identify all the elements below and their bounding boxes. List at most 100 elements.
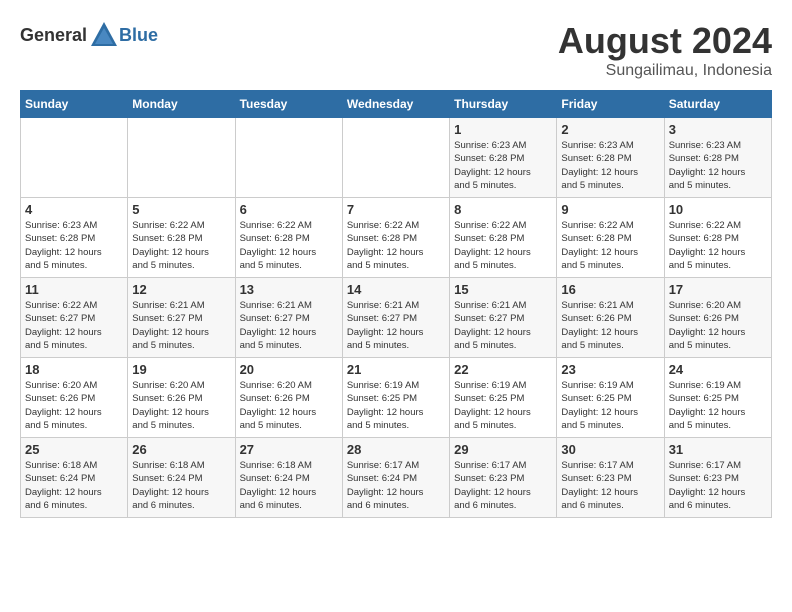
day-info: Sunrise: 6:22 AM Sunset: 6:28 PM Dayligh…	[347, 219, 445, 272]
calendar-cell: 26 Sunrise: 6:18 AM Sunset: 6:24 PM Dayli…	[128, 438, 235, 518]
day-number: 1	[454, 122, 552, 137]
calendar-cell: 16 Sunrise: 6:21 AM Sunset: 6:26 PM Dayli…	[557, 278, 664, 358]
calendar-cell: 30Sunrise: 6:17 AM Sunset: 6:23 PM Dayli…	[557, 438, 664, 518]
day-number: 31	[669, 442, 767, 457]
day-info: Sunrise: 6:19 AM Sunset: 6:25 PM Dayligh…	[454, 379, 552, 432]
calendar-cell: 12 Sunrise: 6:21 AM Sunset: 6:27 PM Dayli…	[128, 278, 235, 358]
day-info: Sunrise: 6:18 AM Sunset: 6:24 PM Dayligh…	[240, 459, 338, 512]
day-number: 19	[132, 362, 230, 377]
calendar-cell: 9Sunrise: 6:22 AM Sunset: 6:28 PM Daylig…	[557, 198, 664, 278]
day-info: Sunrise: 6:17 AM Sunset: 6:23 PM Dayligh…	[669, 459, 767, 512]
calendar-cell: 29 Sunrise: 6:17 AM Sunset: 6:23 PM Dayli…	[450, 438, 557, 518]
day-number: 28	[347, 442, 445, 457]
day-number: 27	[240, 442, 338, 457]
day-number: 26	[132, 442, 230, 457]
day-number: 6	[240, 202, 338, 217]
calendar-cell: 22 Sunrise: 6:19 AM Sunset: 6:25 PM Dayli…	[450, 358, 557, 438]
calendar-cell: 19 Sunrise: 6:20 AM Sunset: 6:26 PM Dayli…	[128, 358, 235, 438]
month-year-title: August 2024	[558, 20, 772, 62]
day-info: Sunrise: 6:23 AM Sunset: 6:28 PM Dayligh…	[669, 139, 767, 192]
day-info: Sunrise: 6:22 AM Sunset: 6:28 PM Dayligh…	[132, 219, 230, 272]
day-info: Sunrise: 6:19 AM Sunset: 6:25 PM Dayligh…	[347, 379, 445, 432]
day-number: 3	[669, 122, 767, 137]
weekday-header-monday: Monday	[128, 91, 235, 118]
weekday-header-tuesday: Tuesday	[235, 91, 342, 118]
weekday-header-sunday: Sunday	[21, 91, 128, 118]
calendar-week-row: 18Sunrise: 6:20 AM Sunset: 6:26 PM Dayli…	[21, 358, 772, 438]
day-number: 29	[454, 442, 552, 457]
calendar-cell: 7 Sunrise: 6:22 AM Sunset: 6:28 PM Daylig…	[342, 198, 449, 278]
calendar-week-row: 25 Sunrise: 6:18 AM Sunset: 6:24 PM Dayli…	[21, 438, 772, 518]
day-info: Sunrise: 6:23 AM Sunset: 6:28 PM Dayligh…	[25, 219, 123, 272]
day-number: 12	[132, 282, 230, 297]
day-number: 8	[454, 202, 552, 217]
day-info: Sunrise: 6:20 AM Sunset: 6:26 PM Dayligh…	[240, 379, 338, 432]
day-number: 24	[669, 362, 767, 377]
calendar-cell: 2Sunrise: 6:23 AM Sunset: 6:28 PM Daylig…	[557, 118, 664, 198]
calendar-cell	[342, 118, 449, 198]
day-info: Sunrise: 6:18 AM Sunset: 6:24 PM Dayligh…	[132, 459, 230, 512]
day-info: Sunrise: 6:17 AM Sunset: 6:23 PM Dayligh…	[561, 459, 659, 512]
logo-blue-text: Blue	[119, 25, 158, 46]
calendar-week-row: 1 Sunrise: 6:23 AM Sunset: 6:28 PM Daylig…	[21, 118, 772, 198]
calendar-cell: 13Sunrise: 6:21 AM Sunset: 6:27 PM Dayli…	[235, 278, 342, 358]
day-number: 14	[347, 282, 445, 297]
day-number: 10	[669, 202, 767, 217]
day-number: 16	[561, 282, 659, 297]
day-number: 7	[347, 202, 445, 217]
day-number: 9	[561, 202, 659, 217]
location-subtitle: Sungailimau, Indonesia	[558, 62, 772, 80]
calendar-cell: 5 Sunrise: 6:22 AM Sunset: 6:28 PM Daylig…	[128, 198, 235, 278]
day-info: Sunrise: 6:17 AM Sunset: 6:24 PM Dayligh…	[347, 459, 445, 512]
calendar-cell: 15 Sunrise: 6:21 AM Sunset: 6:27 PM Dayli…	[450, 278, 557, 358]
day-info: Sunrise: 6:17 AM Sunset: 6:23 PM Dayligh…	[454, 459, 552, 512]
calendar-cell: 25 Sunrise: 6:18 AM Sunset: 6:24 PM Dayli…	[21, 438, 128, 518]
logo-icon	[89, 20, 119, 50]
calendar-cell: 3 Sunrise: 6:23 AM Sunset: 6:28 PM Daylig…	[664, 118, 771, 198]
calendar-cell: 21 Sunrise: 6:19 AM Sunset: 6:25 PM Dayli…	[342, 358, 449, 438]
day-info: Sunrise: 6:22 AM Sunset: 6:28 PM Dayligh…	[240, 219, 338, 272]
day-number: 4	[25, 202, 123, 217]
day-number: 5	[132, 202, 230, 217]
calendar-cell: 17Sunrise: 6:20 AM Sunset: 6:26 PM Dayli…	[664, 278, 771, 358]
day-info: Sunrise: 6:19 AM Sunset: 6:25 PM Dayligh…	[561, 379, 659, 432]
day-info: Sunrise: 6:18 AM Sunset: 6:24 PM Dayligh…	[25, 459, 123, 512]
day-info: Sunrise: 6:20 AM Sunset: 6:26 PM Dayligh…	[132, 379, 230, 432]
calendar-cell: 4 Sunrise: 6:23 AM Sunset: 6:28 PM Daylig…	[21, 198, 128, 278]
day-info: Sunrise: 6:22 AM Sunset: 6:28 PM Dayligh…	[669, 219, 767, 272]
day-info: Sunrise: 6:19 AM Sunset: 6:25 PM Dayligh…	[669, 379, 767, 432]
calendar-cell: 14 Sunrise: 6:21 AM Sunset: 6:27 PM Dayli…	[342, 278, 449, 358]
day-info: Sunrise: 6:22 AM Sunset: 6:28 PM Dayligh…	[454, 219, 552, 272]
weekday-header-saturday: Saturday	[664, 91, 771, 118]
day-info: Sunrise: 6:23 AM Sunset: 6:28 PM Dayligh…	[454, 139, 552, 192]
day-number: 15	[454, 282, 552, 297]
calendar-cell: 24 Sunrise: 6:19 AM Sunset: 6:25 PM Dayli…	[664, 358, 771, 438]
logo-general-text: General	[20, 25, 87, 46]
day-number: 23	[561, 362, 659, 377]
weekday-header-friday: Friday	[557, 91, 664, 118]
calendar-cell: 10 Sunrise: 6:22 AM Sunset: 6:28 PM Dayli…	[664, 198, 771, 278]
calendar-cell: 1 Sunrise: 6:23 AM Sunset: 6:28 PM Daylig…	[450, 118, 557, 198]
weekday-header-wednesday: Wednesday	[342, 91, 449, 118]
day-number: 11	[25, 282, 123, 297]
day-number: 17	[669, 282, 767, 297]
calendar-cell: 20Sunrise: 6:20 AM Sunset: 6:26 PM Dayli…	[235, 358, 342, 438]
calendar-week-row: 11 Sunrise: 6:22 AM Sunset: 6:27 PM Dayli…	[21, 278, 772, 358]
calendar-cell	[21, 118, 128, 198]
day-info: Sunrise: 6:22 AM Sunset: 6:27 PM Dayligh…	[25, 299, 123, 352]
calendar-cell: 11 Sunrise: 6:22 AM Sunset: 6:27 PM Dayli…	[21, 278, 128, 358]
calendar-cell: 27 Sunrise: 6:18 AM Sunset: 6:24 PM Dayli…	[235, 438, 342, 518]
day-info: Sunrise: 6:21 AM Sunset: 6:27 PM Dayligh…	[454, 299, 552, 352]
calendar-table: SundayMondayTuesdayWednesdayThursdayFrid…	[20, 90, 772, 518]
day-info: Sunrise: 6:21 AM Sunset: 6:27 PM Dayligh…	[347, 299, 445, 352]
day-info: Sunrise: 6:21 AM Sunset: 6:26 PM Dayligh…	[561, 299, 659, 352]
day-info: Sunrise: 6:21 AM Sunset: 6:27 PM Dayligh…	[132, 299, 230, 352]
day-number: 22	[454, 362, 552, 377]
day-info: Sunrise: 6:20 AM Sunset: 6:26 PM Dayligh…	[25, 379, 123, 432]
calendar-cell	[128, 118, 235, 198]
day-number: 21	[347, 362, 445, 377]
calendar-cell: 18Sunrise: 6:20 AM Sunset: 6:26 PM Dayli…	[21, 358, 128, 438]
calendar-cell: 28 Sunrise: 6:17 AM Sunset: 6:24 PM Dayli…	[342, 438, 449, 518]
day-number: 13	[240, 282, 338, 297]
day-number: 25	[25, 442, 123, 457]
